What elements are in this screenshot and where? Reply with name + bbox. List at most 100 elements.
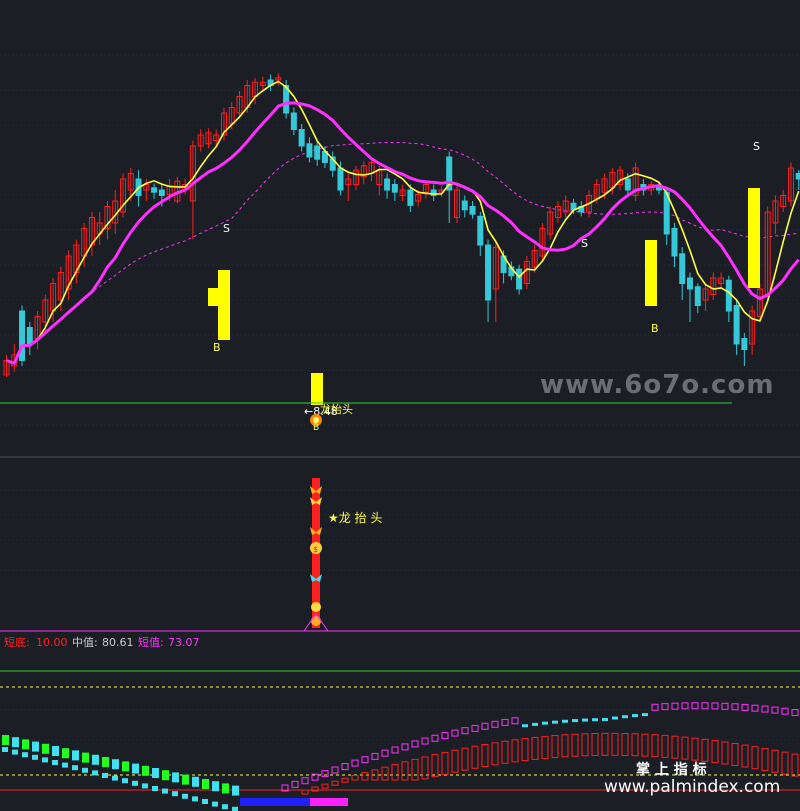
indicator-box — [511, 739, 519, 763]
indicator-box — [132, 763, 139, 774]
indicator-box — [182, 774, 189, 785]
signal-bar — [208, 288, 218, 306]
smiley-icon — [311, 602, 321, 612]
indicator-box — [152, 786, 158, 791]
candle-body — [741, 338, 748, 350]
indicator-box — [42, 757, 48, 763]
indicator-box — [381, 766, 389, 781]
indicator-box — [761, 747, 769, 771]
ma-lines-group — [5, 80, 800, 366]
candle-body — [407, 189, 414, 206]
indicator-box — [92, 770, 98, 776]
indicator-box — [172, 791, 178, 797]
legend-name-3: 短值: — [138, 635, 164, 649]
indicator-box — [711, 702, 719, 710]
indicator-box — [522, 724, 528, 728]
indicator-box — [691, 737, 699, 761]
candle-body — [151, 187, 158, 193]
indicator-box — [651, 703, 659, 711]
money-bag-glyph: $ — [313, 545, 318, 554]
magenta-bar — [310, 798, 348, 806]
candle-body — [516, 268, 523, 290]
candle-body — [485, 244, 492, 301]
indicator-box — [371, 752, 379, 760]
signal-label: B — [213, 341, 221, 354]
indicator-box — [391, 763, 399, 781]
indicator-box — [321, 770, 329, 778]
candle-body — [655, 187, 662, 191]
indicator-box — [791, 709, 799, 717]
lower-legend: 短底: 10.00 中值: 80.61 短值: 73.07 — [4, 635, 200, 649]
indicator-box — [711, 740, 719, 764]
indicator-box — [321, 783, 329, 789]
indicator-box — [122, 761, 129, 772]
smiley-icon — [311, 616, 321, 626]
indicator-box — [602, 718, 608, 722]
indicator-box — [631, 733, 639, 757]
chart-canvas: SBSBS www.6o7o.com ←8.48 龙抬头 B $ ★龙 抬 头 … — [0, 54, 800, 811]
signal-bar — [748, 188, 760, 288]
dragon-label-top: 龙抬头 — [320, 402, 353, 416]
indicator-box — [571, 733, 579, 757]
candle-body — [477, 215, 484, 246]
indicator-box — [582, 718, 588, 722]
indicator-box — [361, 772, 369, 781]
candle-body — [671, 228, 678, 257]
indicator-box — [572, 719, 578, 723]
indicator-box — [42, 743, 49, 754]
indicator-box — [641, 733, 649, 757]
indicator-box — [451, 729, 459, 737]
signal-bar — [218, 270, 230, 340]
indicator-box — [52, 746, 59, 756]
legend-value-3: 73.07 — [168, 636, 200, 649]
indicator-box — [72, 765, 78, 771]
indicator-box — [441, 732, 449, 740]
indicator-box — [132, 780, 138, 786]
indicator-box — [491, 742, 499, 766]
watermark-top: www.6o7o.com — [540, 370, 774, 400]
indicator-box — [612, 716, 618, 720]
indicator-box — [701, 702, 709, 710]
indicator-box — [411, 740, 419, 748]
candle-body — [391, 184, 398, 193]
indicator-box — [202, 779, 209, 789]
indicator-box — [82, 752, 89, 763]
indicator-box — [421, 737, 429, 745]
indicator-box — [401, 743, 409, 751]
candle-body — [469, 206, 476, 215]
indicator-box — [152, 768, 159, 778]
indicator-box — [162, 788, 168, 794]
candle-body — [158, 189, 165, 196]
candle-body — [624, 178, 631, 191]
indicator-box — [461, 747, 469, 771]
indicator-box — [591, 733, 599, 757]
indicator-box — [481, 722, 489, 730]
legend-name-2: 中值: — [72, 636, 98, 649]
indicator-box — [681, 736, 689, 760]
indicator-box — [701, 738, 709, 762]
indicator-box — [62, 748, 69, 759]
indicator-box — [622, 715, 628, 719]
indicator-box — [142, 765, 149, 776]
indicator-box — [232, 806, 238, 811]
indicator-box — [331, 766, 339, 774]
indicator-box — [781, 751, 789, 775]
signal-label: B — [651, 322, 659, 335]
indicator-box — [182, 793, 188, 799]
indicator-box — [341, 763, 349, 771]
indicator-box — [551, 735, 559, 759]
indicator-box — [501, 718, 509, 726]
signal-bar — [645, 240, 657, 306]
indicator-box — [291, 780, 299, 788]
candle-body — [298, 129, 305, 147]
indicator-box — [671, 702, 679, 710]
indicator-box — [361, 756, 369, 764]
indicator-box — [651, 734, 659, 758]
indicator-box — [212, 801, 218, 807]
watermark-cn: 掌 上 指 标 — [636, 761, 707, 778]
indicator-box — [691, 702, 699, 710]
indicator-box — [721, 702, 729, 710]
mid-annotation: ★龙 抬 头 — [328, 511, 382, 525]
indicator-box — [771, 749, 779, 773]
indicator-box — [22, 739, 29, 750]
